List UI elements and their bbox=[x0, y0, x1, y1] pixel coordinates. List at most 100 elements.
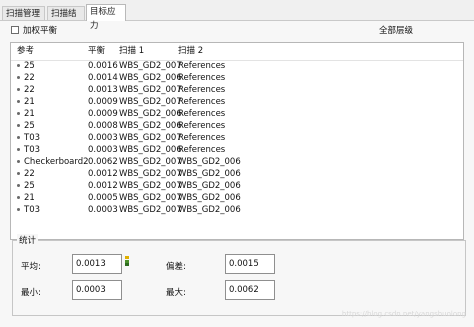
cell-balance: 0.0013 bbox=[88, 85, 118, 95]
tree-bullet-icon bbox=[17, 184, 20, 187]
cell-scan2: References bbox=[178, 61, 226, 71]
maximum-field[interactable]: 0.0062 bbox=[225, 280, 275, 300]
cell-balance: 0.0003 bbox=[88, 133, 118, 143]
header-reference[interactable]: 参考 bbox=[17, 43, 34, 59]
results-list[interactable]: 参考 平衡 扫描 1 扫描 2 25 0.0016 WBS_GD2_007 Refer… bbox=[10, 42, 464, 240]
table-row[interactable]: T03 0.0003 WBS_GD2_007 References bbox=[11, 132, 463, 144]
table-row[interactable]: 21 0.0005 WBS_GD2_007 WBS_GD2_006 bbox=[11, 192, 463, 204]
tree-bullet-icon bbox=[17, 76, 20, 79]
list-rows: 25 0.0016 WBS_GD2_007 References 22 0.0014 WBS… bbox=[11, 60, 463, 216]
tree-bullet-icon bbox=[17, 100, 20, 103]
cell-reference: 25 bbox=[17, 60, 35, 72]
reference-text: T03 bbox=[24, 133, 41, 143]
tab-scan-results[interactable]: 扫描结果 bbox=[47, 6, 85, 33]
deviation-label: 偏差: bbox=[166, 262, 186, 272]
table-row[interactable]: 25 0.0016 WBS_GD2_007 References bbox=[11, 60, 463, 72]
cell-scan2: References bbox=[178, 97, 226, 107]
reference-text: 25 bbox=[24, 181, 35, 191]
cell-balance: 0.0016 bbox=[88, 61, 118, 71]
tree-bullet-icon bbox=[17, 208, 20, 211]
cell-scan1: WBS_GD2_006 bbox=[119, 109, 182, 119]
deviation-field[interactable]: 0.0015 bbox=[225, 254, 275, 274]
reference-text: 25 bbox=[24, 61, 35, 71]
tab-scan-manager[interactable]: 扫描管理器 bbox=[2, 6, 45, 33]
table-row[interactable]: 21 0.0009 WBS_GD2_006 References bbox=[11, 108, 463, 120]
traffic-light-dark-green bbox=[125, 263, 129, 266]
cell-balance: 0.0005 bbox=[88, 193, 118, 203]
cell-reference: Checkerboard2 bbox=[17, 156, 89, 168]
tree-bullet-icon bbox=[17, 64, 20, 67]
cell-scan2: References bbox=[178, 73, 226, 83]
cell-scan1: WBS_GD2_006 bbox=[119, 121, 182, 131]
cell-scan1: WBS_GD2_007 bbox=[119, 61, 182, 71]
cell-balance: 0.0008 bbox=[88, 121, 118, 131]
scope-label[interactable]: 全部层级 bbox=[379, 24, 413, 36]
cell-scan2: WBS_GD2_006 bbox=[178, 181, 241, 191]
cell-scan1: WBS_GD2_006 bbox=[119, 73, 182, 83]
cell-scan1: WBS_GD2_007 bbox=[119, 181, 182, 191]
header-scan2[interactable]: 扫描 2 bbox=[178, 43, 203, 59]
cell-scan2: References bbox=[178, 133, 226, 143]
tab-bar: 扫描管理器 扫描结果 目标应力 bbox=[0, 4, 474, 33]
header-balance[interactable]: 平衡 bbox=[88, 43, 105, 59]
average-field[interactable]: 0.0013 bbox=[72, 254, 122, 274]
cell-balance: 0.0009 bbox=[88, 97, 118, 107]
tree-bullet-icon bbox=[17, 88, 20, 91]
cell-scan1: WBS_GD2_007 bbox=[119, 97, 182, 107]
reference-text: 25 bbox=[24, 121, 35, 131]
cell-scan1: WBS_GD2_006 bbox=[119, 145, 182, 155]
reference-text: 22 bbox=[24, 73, 35, 83]
tab-target-stress[interactable]: 目标应力 bbox=[86, 4, 126, 31]
cell-reference: 21 bbox=[17, 108, 35, 120]
header-scan1[interactable]: 扫描 1 bbox=[119, 43, 144, 59]
table-row[interactable]: 25 0.0012 WBS_GD2_007 WBS_GD2_006 bbox=[11, 180, 463, 192]
panel-toolbar: 加权平衡 全部层级 bbox=[0, 21, 474, 37]
reference-text: 21 bbox=[24, 97, 35, 107]
reference-text: 21 bbox=[24, 193, 35, 203]
table-row[interactable]: 22 0.0012 WBS_GD2_007 WBS_GD2_006 bbox=[11, 168, 463, 180]
cell-reference: 22 bbox=[17, 168, 35, 180]
cell-scan2: References bbox=[178, 85, 226, 95]
table-row[interactable]: Checkerboard2 0.0062 WBS_GD2_007 WBS_GD2_00… bbox=[11, 156, 463, 168]
list-header: 参考 平衡 扫描 1 扫描 2 bbox=[11, 43, 463, 61]
cell-balance: 0.0014 bbox=[88, 73, 118, 83]
table-row[interactable]: 25 0.0008 WBS_GD2_006 References bbox=[11, 120, 463, 132]
minimum-field[interactable]: 0.0003 bbox=[72, 280, 122, 300]
traffic-light-icon bbox=[125, 256, 129, 266]
cell-scan2: WBS_GD2_006 bbox=[178, 157, 241, 167]
cell-scan2: References bbox=[178, 121, 226, 131]
cell-reference: 25 bbox=[17, 180, 35, 192]
cell-reference: 21 bbox=[17, 192, 35, 204]
cell-balance: 0.0009 bbox=[88, 109, 118, 119]
tree-bullet-icon bbox=[17, 196, 20, 199]
tree-bullet-icon bbox=[17, 172, 20, 175]
cell-reference: T03 bbox=[17, 132, 40, 144]
average-label: 平均: bbox=[21, 262, 41, 272]
table-row[interactable]: 22 0.0013 WBS_GD2_007 References bbox=[11, 84, 463, 96]
cell-scan2: WBS_GD2_006 bbox=[178, 205, 241, 215]
cell-balance: 0.0012 bbox=[88, 181, 118, 191]
cell-reference: T03 bbox=[17, 204, 40, 216]
cell-scan2: References bbox=[178, 145, 226, 155]
watermark-text: https://blog.csdn.net/yangshuolong bbox=[341, 310, 466, 318]
cell-reference: 21 bbox=[17, 96, 35, 108]
cell-reference: 22 bbox=[17, 84, 35, 96]
reference-text: T03 bbox=[24, 145, 41, 155]
cell-reference: T03 bbox=[17, 144, 40, 156]
maximum-label: 最大: bbox=[166, 288, 186, 298]
table-row[interactable]: T03 0.0003 WBS_GD2_006 References bbox=[11, 144, 463, 156]
cell-scan2: References bbox=[178, 109, 226, 119]
cell-scan2: WBS_GD2_006 bbox=[178, 193, 241, 203]
table-row[interactable]: 21 0.0009 WBS_GD2_007 References bbox=[11, 96, 463, 108]
weighted-balance-label[interactable]: 加权平衡 bbox=[23, 24, 57, 36]
cell-scan1: WBS_GD2_007 bbox=[119, 133, 182, 143]
table-row[interactable]: 22 0.0014 WBS_GD2_006 References bbox=[11, 72, 463, 84]
reference-text: T03 bbox=[24, 205, 41, 215]
cell-scan2: WBS_GD2_006 bbox=[178, 169, 241, 179]
statistics-title: 统计 bbox=[17, 234, 39, 246]
reference-text: Checkerboard2 bbox=[24, 157, 89, 167]
table-row[interactable]: T03 0.0003 WBS_GD2_007 WBS_GD2_006 bbox=[11, 204, 463, 216]
weighted-balance-checkbox[interactable] bbox=[11, 26, 19, 34]
reference-text: 22 bbox=[24, 85, 35, 95]
cell-scan1: WBS_GD2_007 bbox=[119, 205, 182, 215]
